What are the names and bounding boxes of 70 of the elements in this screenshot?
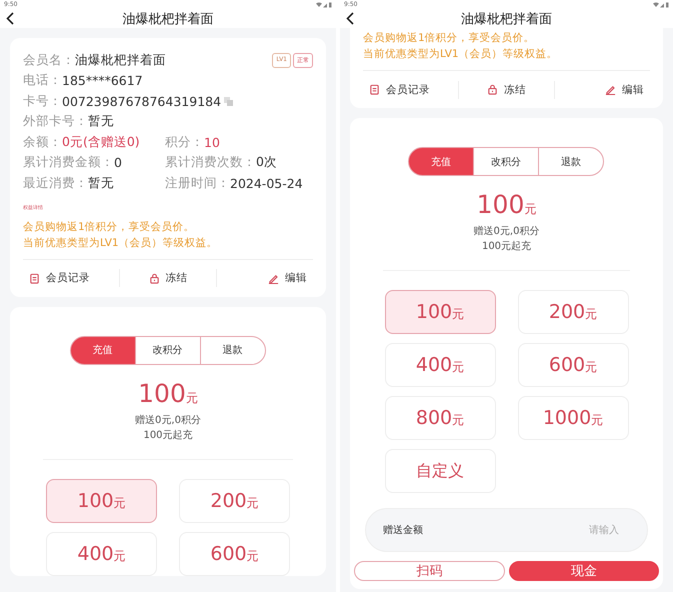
- action-button[interactable]: 会员记录: [363, 80, 458, 98]
- field-label: 累计消费次数：: [165, 154, 256, 172]
- field-value: 10: [204, 134, 220, 150]
- recharge-info: 赠送0元,0积分: [134, 414, 202, 428]
- recharge-info: 100元起充: [142, 428, 194, 442]
- status-icons: [316, 2, 332, 8]
- input-field[interactable]: 请输入: [541, 524, 621, 536]
- mode-tab[interactable]: 改积分: [473, 147, 539, 176]
- mode-tab[interactable]: 改积分: [134, 336, 200, 364]
- action-button[interactable]: 冻结: [119, 269, 216, 287]
- field-value: 0次: [256, 154, 277, 172]
- mode-tab[interactable]: 退款: [538, 147, 604, 176]
- field-value: 0: [114, 155, 122, 170]
- field-value: 暂无: [88, 174, 114, 192]
- action-button[interactable]: 会员记录: [23, 269, 119, 287]
- field-label: 外部卡号：: [23, 113, 88, 130]
- mode-tab[interactable]: 充值: [408, 147, 474, 176]
- amount-option[interactable]: 自定义: [384, 449, 496, 493]
- field-value: 油爆枇杷拌着面: [75, 52, 166, 69]
- field-label: 赠送金额: [383, 524, 424, 537]
- field-value: 185****6617: [62, 73, 143, 88]
- amount-option[interactable]: 1000元: [518, 396, 628, 440]
- amount-option[interactable]: 100元: [46, 478, 157, 522]
- amount-option[interactable]: 800元: [384, 396, 496, 440]
- benefit-note: 当前优惠类型为LV1（会员）等级权益。: [23, 236, 219, 250]
- payment-button[interactable]: 现金: [508, 561, 659, 581]
- payment-button[interactable]: 扫码: [354, 561, 504, 581]
- field-value: 0元(含赠送0): [62, 134, 140, 151]
- field-label: 余额：: [23, 134, 62, 151]
- action-button[interactable]: 编辑: [554, 80, 650, 98]
- gift-amount-field[interactable]: 赠送金额 请输入: [365, 508, 648, 552]
- field-label: 积分：: [165, 134, 204, 151]
- back-icon[interactable]: [346, 12, 354, 25]
- amount-option[interactable]: 200元: [179, 478, 290, 522]
- clipboard-icon: [369, 84, 380, 95]
- field-label: 会员名：: [23, 52, 75, 69]
- amount-option[interactable]: 400元: [384, 343, 496, 387]
- pencil-icon: [268, 272, 279, 284]
- pencil-icon: [605, 84, 616, 95]
- field-label: 电话：: [23, 72, 62, 90]
- amount-option[interactable]: 600元: [518, 343, 628, 387]
- field-value: 暂无: [88, 113, 114, 130]
- field-value: 00723987678764319184: [62, 94, 222, 109]
- benefit-note: 当前优惠类型为LV1（会员）等级权益。: [363, 47, 559, 62]
- field-label: 最近消费：: [23, 174, 88, 192]
- action-button[interactable]: 冻结: [458, 80, 554, 98]
- amount-option[interactable]: 100元: [384, 290, 496, 334]
- lock-icon: [148, 272, 160, 284]
- field-label: 注册时间：: [165, 174, 230, 192]
- page-title: 油爆枇杷拌着面: [461, 10, 552, 28]
- amount-option[interactable]: 400元: [46, 532, 157, 576]
- recharge-amount: 100元: [476, 190, 538, 221]
- recharge-info: 赠送0元,0积分: [472, 224, 540, 239]
- recharge-amount: 100元: [137, 378, 199, 410]
- benefit-note: 会员购物返1倍积分，享受会员价。: [363, 31, 536, 46]
- page-title: 油爆枇杷拌着面: [122, 10, 214, 28]
- mode-tab[interactable]: 充值: [70, 336, 136, 364]
- clipboard-icon: [29, 272, 40, 284]
- action-button[interactable]: 编辑: [216, 269, 313, 287]
- recharge-info: 100元起充: [480, 240, 532, 254]
- field-label: 累计消费金额：: [23, 154, 114, 172]
- benefit-note: 会员购物返1倍积分，享受会员价。: [23, 220, 196, 234]
- status-icons: [653, 2, 669, 8]
- amount-option[interactable]: 200元: [518, 290, 628, 334]
- lock-icon: [487, 84, 498, 95]
- amount-option[interactable]: 600元: [179, 532, 290, 576]
- field-value: 2024-05-24: [230, 176, 303, 191]
- field-label: 卡号：: [23, 92, 62, 110]
- mode-tab[interactable]: 退款: [200, 336, 266, 364]
- back-icon[interactable]: [6, 12, 14, 25]
